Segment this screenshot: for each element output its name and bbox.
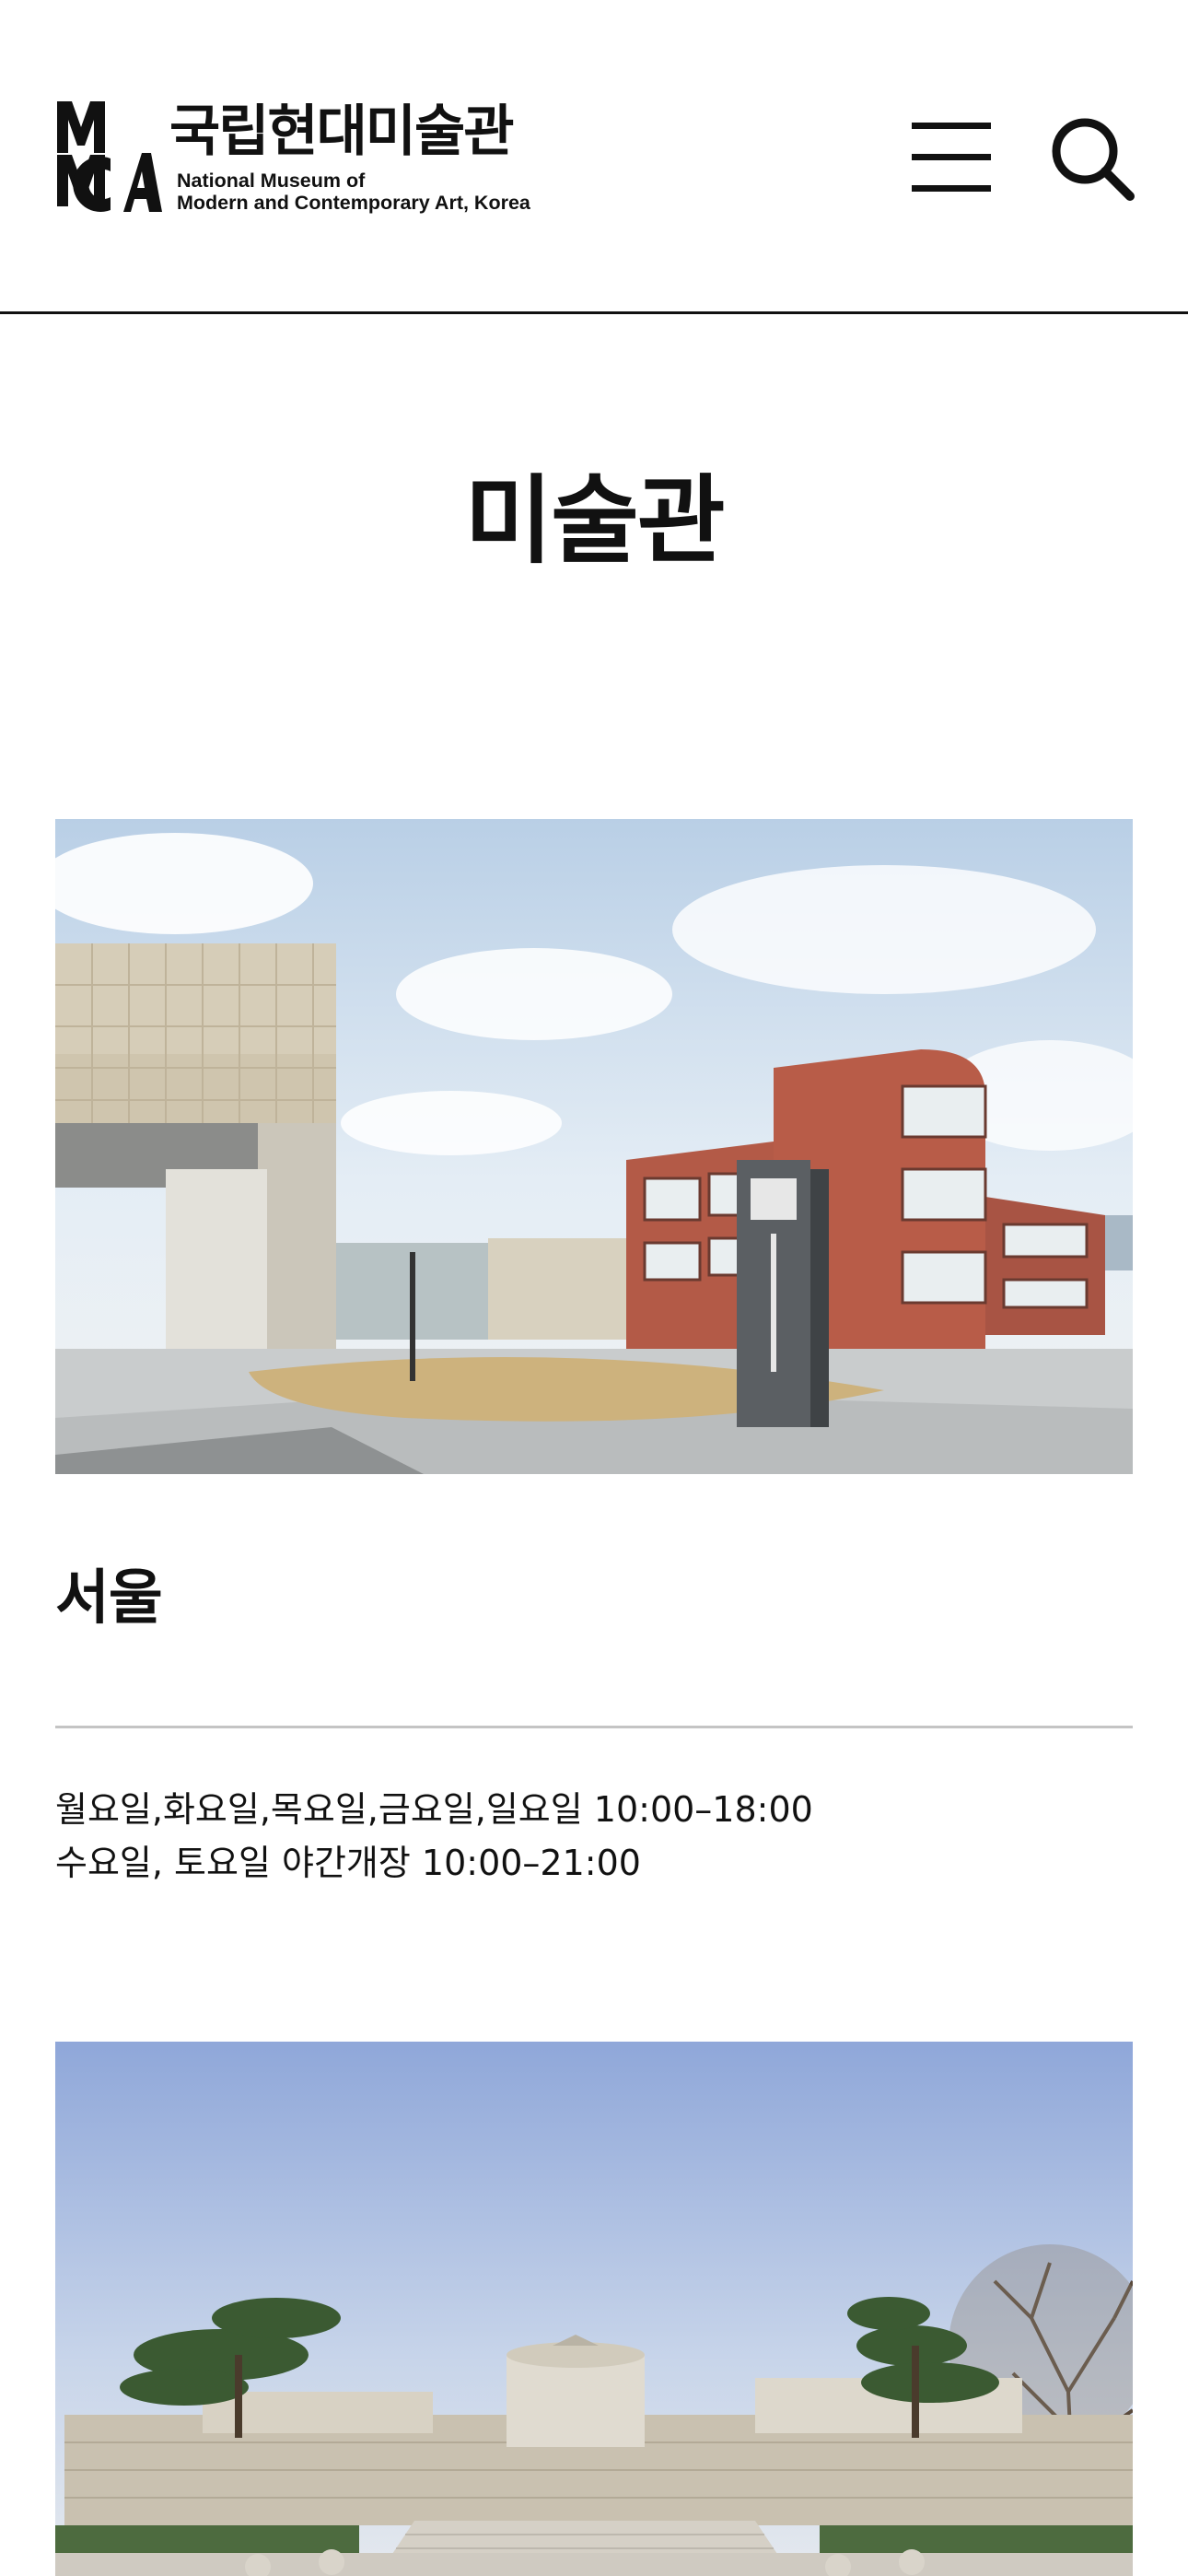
branch-hours-seoul: 월요일,화요일,목요일,금요일,일요일 10:00–18:00 수요일, 토요일… [55, 1783, 813, 1890]
logo-english-line2: Modern and Contemporary Art, Korea [177, 192, 530, 214]
mmca-logo-mark [57, 101, 162, 212]
mmca-logo-link[interactable]: 국립현대미술관 National Museum of Modern and Co… [55, 100, 530, 214]
logo-english-line1: National Museum of [177, 170, 366, 192]
branch-name-seoul[interactable]: 서울 [55, 1562, 163, 1635]
second-branch-photo[interactable] [55, 2042, 1133, 2576]
logo-korean-name: 국립현대미술관 [169, 100, 514, 164]
page-title: 미술관 [464, 464, 725, 577]
seoul-branch-photo[interactable] [55, 819, 1133, 1474]
menu-button[interactable] [907, 120, 996, 193]
section-divider [55, 1726, 1133, 1728]
logo-text: 국립현대미술관 National Museum of Modern and Co… [169, 102, 530, 214]
hours-line-night: 수요일, 토요일 야간개장 10:00–21:00 [55, 1843, 641, 1883]
museum-building-image [55, 2042, 1133, 2576]
search-button[interactable] [1048, 114, 1136, 203]
search-icon [1052, 118, 1135, 201]
site-header: 국립현대미술관 National Museum of Modern and Co… [0, 0, 1188, 314]
seoul-museum-image [55, 819, 1133, 1474]
hamburger-menu-icon [912, 123, 991, 192]
hours-line-regular: 월요일,화요일,목요일,금요일,일요일 10:00–18:00 [55, 1789, 813, 1830]
